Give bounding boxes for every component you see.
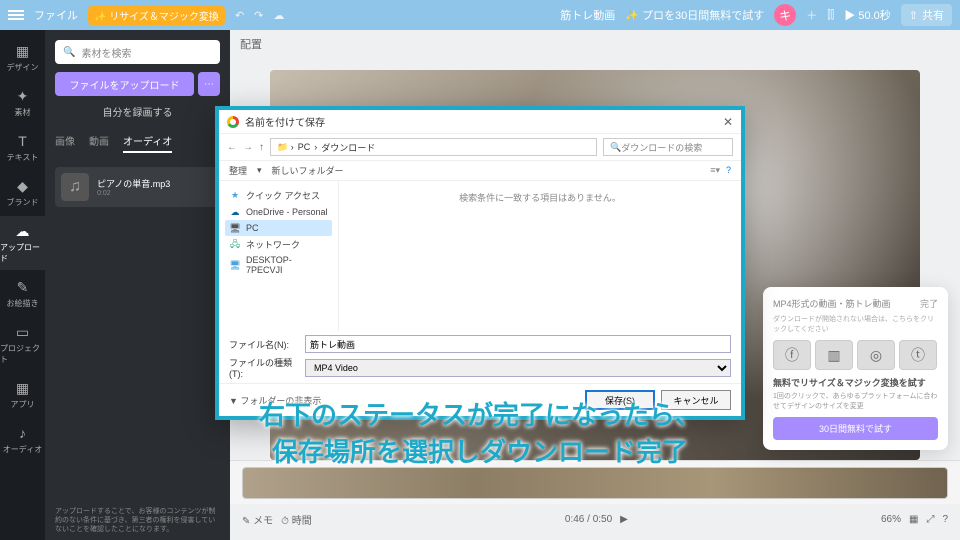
canvas-label: 配置 [230,30,960,58]
popup-detail: ダウンロードが開始されない場合は、こちらをクリックしてください [773,314,938,334]
nav-item[interactable]: 🖥DESKTOP-7PECVJI [225,253,332,277]
organize-menu[interactable]: 整理 [229,164,247,177]
save-dialog: 名前を付けて保存 ✕ ← → ↑ 📁 › PC › ダウンロード 🔍 ダウンロー… [215,106,745,420]
cloud-sync-icon[interactable]: ☁ [273,9,284,22]
side-panel: 🔍 素材を検索 ファイルをアップロード ⋯ 自分を録画する 画像動画オーディオ … [45,30,230,540]
search-input[interactable]: 🔍 素材を検索 [55,40,220,64]
grid-icon[interactable]: ▦ [909,514,918,525]
up-icon[interactable]: ↑ [259,142,264,153]
path-crumb[interactable]: 📁 › PC › ダウンロード [270,138,597,156]
filename-input[interactable] [305,335,731,353]
nav-item[interactable]: 🖥PC [225,220,332,236]
sidebar-item-4[interactable]: ☁アップロード [0,216,45,270]
file-list-empty: 検索条件に一致する項目はありません。 [339,181,741,331]
promo-button[interactable]: 30日間無料で試す [773,417,938,440]
timeline[interactable] [230,460,960,504]
undo-icon[interactable]: ↶ [235,9,244,22]
playback-bar: ✎ メモ ⏱ 時間 0:46 / 0:50 ▶ 66% ▦ ⤢ ? [230,504,960,534]
dialog-title: 名前を付けて保存 [245,114,325,129]
sidebar-item-7[interactable]: ▦アプリ [0,373,45,416]
filename-label: ファイル名(N): [229,338,299,351]
top-bar: ファイル ✨ リサイズ＆マジック変換 ↶ ↷ ☁ 筋トレ動画 ✨ プロを30日間… [0,0,960,30]
expand-icon[interactable]: ⤢ [926,514,934,525]
zoom-display: 66% [881,514,901,525]
menu-icon[interactable] [8,10,24,20]
play-icon[interactable]: ▶ [620,514,628,525]
add-icon[interactable]: ＋ [806,7,817,23]
path-search[interactable]: 🔍 ダウンロードの検索 [603,138,733,156]
close-icon[interactable]: ✕ [723,115,733,129]
cancel-button[interactable]: キャンセル [661,390,731,410]
upload-more-button[interactable]: ⋯ [198,72,220,96]
dialog-nav: ★クイック アクセス☁OneDrive - Personal🖥PC🖧ネットワーク… [219,181,339,331]
document-title[interactable]: 筋トレ動画 [560,7,615,23]
new-folder-button[interactable]: 新しいフォルダー [272,164,344,177]
panel-tab[interactable]: オーディオ [123,133,172,153]
duration-button[interactable]: ⏱ 時間 [281,512,312,527]
sidebar-strip: ▦デザイン✦素材Tテキスト◆ブランド☁アップロード✎お絵描き▭プロジェクト▦アプ… [0,30,45,540]
time-display: 0:46 / 0:50 [565,514,612,525]
notes-button[interactable]: ✎ メモ [242,512,273,527]
sidebar-item-1[interactable]: ✦素材 [0,81,45,124]
hide-folders-link[interactable]: ▼ フォルダーの非表示 [229,394,321,407]
sidebar-item-8[interactable]: ♪オーディオ [0,418,45,461]
share-thumb[interactable]: ⓕ [773,340,811,370]
media-duration: 0:02 [97,190,170,197]
filetype-select[interactable]: MP4 Video [305,359,731,377]
media-name: ピアノの単音.mp3 [97,177,170,190]
nav-item[interactable]: ☁OneDrive - Personal [225,204,332,220]
share-thumb[interactable]: ⓣ [899,340,937,370]
promo-title: 無料でリサイズ＆マジック変換を試す [773,376,938,389]
panel-tab[interactable]: 動画 [89,133,109,153]
save-button[interactable]: 保存(S) [585,390,655,410]
sidebar-item-2[interactable]: Tテキスト [0,126,45,169]
trial-button[interactable]: ✨ プロを30日間無料で試す [625,7,764,23]
upload-button[interactable]: ファイルをアップロード [55,72,194,96]
file-menu[interactable]: ファイル [34,7,78,23]
help-icon[interactable]: ? [942,514,948,525]
forward-icon[interactable]: → [243,142,253,153]
sidebar-item-6[interactable]: ▭プロジェクト [0,317,45,371]
popup-title: MP4形式の動画・筋トレ動画 [773,297,891,310]
analytics-icon[interactable]: ⫿⫿ [827,9,834,22]
sidebar-item-0[interactable]: ▦デザイン [0,36,45,79]
avatar[interactable]: キ [774,4,796,26]
filetype-label: ファイルの種類(T): [229,356,299,379]
resize-button[interactable]: ✨ リサイズ＆マジック変換 [88,6,225,25]
help-icon[interactable]: ? [726,165,731,176]
share-thumb[interactable]: ▥ [815,340,853,370]
redo-icon[interactable]: ↷ [254,9,263,22]
play-button[interactable]: ▶ 50.0秒 [844,7,890,23]
download-popup: MP4形式の動画・筋トレ動画 完了 ダウンロードが開始されない場合は、こちらをク… [763,287,948,450]
record-button[interactable]: 自分を録画する [55,104,220,119]
panel-tabs: 画像動画オーディオ [55,133,220,153]
panel-tab[interactable]: 画像 [55,133,75,153]
promo-subtitle: 1回のクリックで、あらゆるプラットフォームに合わせてデザインのサイズを変更 [773,391,938,411]
view-icon[interactable]: ≡▾ [710,165,720,176]
media-item[interactable]: ♫ ピアノの単音.mp3 0:02 [55,167,220,207]
popup-status: 完了 [920,297,938,310]
sidebar-item-5[interactable]: ✎お絵描き [0,272,45,315]
audio-icon: ♫ [61,173,89,201]
disclaimer-text: アップロードすることで、お客様のコンテンツが制約のない条件に基づき、第三者の権利… [55,507,220,534]
share-thumb[interactable]: ◎ [857,340,895,370]
nav-item[interactable]: ★クイック アクセス [225,187,332,204]
sidebar-item-3[interactable]: ◆ブランド [0,171,45,214]
share-button[interactable]: ⇧ 共有 [901,4,952,26]
back-icon[interactable]: ← [227,142,237,153]
chrome-icon [227,116,239,128]
nav-item[interactable]: 🖧ネットワーク [225,236,332,253]
